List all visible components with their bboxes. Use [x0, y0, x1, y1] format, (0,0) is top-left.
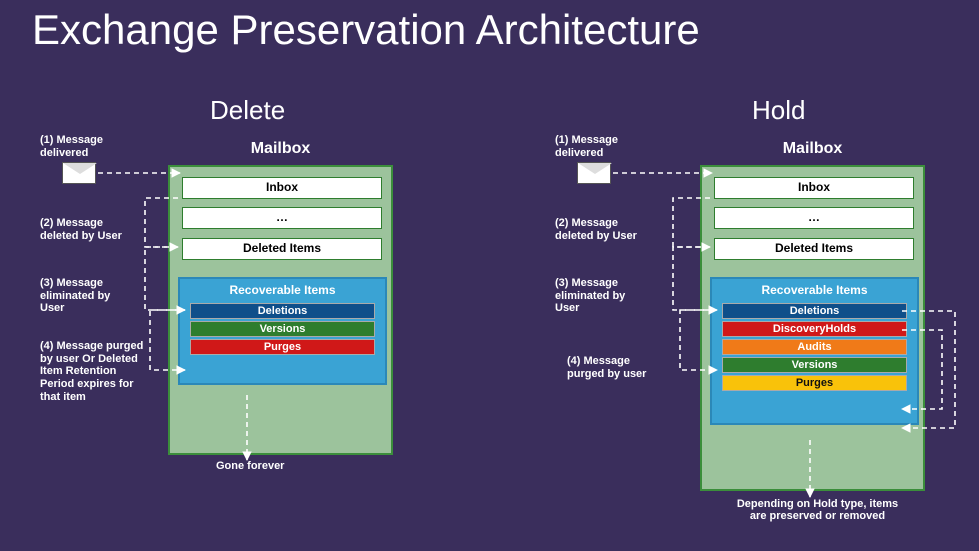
delete-heading: Delete	[210, 95, 285, 126]
row-deletions-left: Deletions	[190, 303, 375, 319]
folder-dots-left: …	[182, 207, 382, 229]
recoverable-container-left: Recoverable Items Deletions Versions Pur…	[178, 277, 387, 385]
footer-gone: Gone forever	[216, 460, 336, 472]
envelope-icon-right	[577, 162, 611, 184]
folder-deleted-left: Deleted Items	[182, 238, 382, 260]
label-1-left: (1) Message delivered	[40, 134, 120, 159]
mailbox-label-right: Mailbox	[700, 140, 925, 158]
row-versions-right: Versions	[722, 357, 907, 373]
label-1-right: (1) Message delivered	[555, 134, 635, 159]
envelope-icon-left	[62, 162, 96, 184]
recoverable-title-left: Recoverable Items	[180, 279, 385, 301]
footer-depends: Depending on Hold type, items are preser…	[735, 498, 900, 522]
folder-inbox-left: Inbox	[182, 177, 382, 199]
mailbox-panel-delete: Inbox … Deleted Items Recoverable Items …	[168, 165, 393, 455]
recoverable-container-right: Recoverable Items Deletions DiscoveryHol…	[710, 277, 919, 425]
row-versions-left: Versions	[190, 321, 375, 337]
row-audits-right: Audits	[722, 339, 907, 355]
hold-heading: Hold	[752, 95, 805, 126]
row-purges-right: Purges	[722, 375, 907, 391]
folder-deleted-right: Deleted Items	[714, 238, 914, 260]
label-4-left: (4) Message purged by user Or Deleted It…	[40, 340, 150, 403]
folder-inbox-right: Inbox	[714, 177, 914, 199]
row-discovery-right: DiscoveryHolds	[722, 321, 907, 337]
recoverable-title-right: Recoverable Items	[712, 279, 917, 301]
label-2-left: (2) Message deleted by User	[40, 217, 130, 242]
folder-dots-right: …	[714, 207, 914, 229]
mailbox-panel-hold: Inbox … Deleted Items Recoverable Items …	[700, 165, 925, 491]
label-3-left: (3) Message eliminated by User	[40, 277, 130, 315]
page-title: Exchange Preservation Architecture	[32, 6, 700, 54]
label-2-right: (2) Message deleted by User	[555, 217, 645, 242]
label-3-right: (3) Message eliminated by User	[555, 277, 645, 315]
label-4-right: (4) Message purged by user	[567, 355, 657, 380]
row-deletions-right: Deletions	[722, 303, 907, 319]
row-purges-left: Purges	[190, 339, 375, 355]
mailbox-label-left: Mailbox	[168, 140, 393, 158]
